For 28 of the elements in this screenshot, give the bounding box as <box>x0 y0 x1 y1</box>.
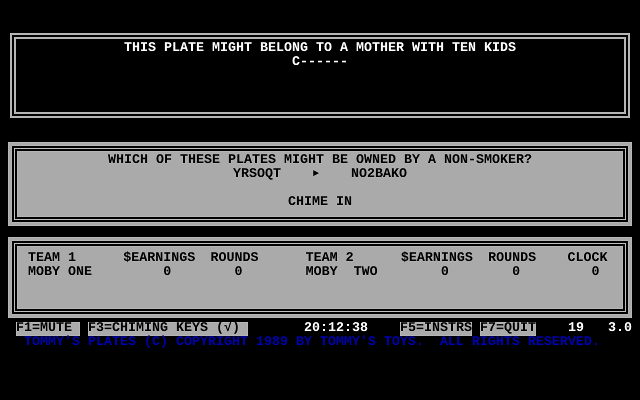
plate-option[interactable]: YRSOQT <box>232 168 281 182</box>
score-value: MOBY ONE <box>28 266 92 280</box>
copyright-text: TOMMY'S PLATES (C) COPYRIGHT 1989 BY TOMMY'S TOYS. ALL RIGHTS RESERVED. <box>23 336 601 350</box>
score-value: 0 <box>440 266 449 280</box>
column-header: $EARNINGS <box>400 252 474 266</box>
column-header: $EARNINGS <box>123 252 196 266</box>
score-value: 0 <box>162 266 172 280</box>
score-value: MOBY TWO <box>306 266 378 280</box>
column-header: TEAM 1 <box>28 252 77 266</box>
answer-text: C------ <box>291 56 349 70</box>
score-value: 0 <box>511 266 520 280</box>
column-header: TEAM 2 <box>306 252 355 266</box>
clock-time: 20:12:38 <box>304 322 368 336</box>
score-value: 0 <box>590 266 600 280</box>
key-hint[interactable]: F1=MUTE <box>16 322 80 336</box>
count-text: 19 <box>568 322 585 336</box>
column-header: ROUNDS <box>488 252 538 266</box>
column-header: CLOCK <box>567 252 608 266</box>
clue-text: THIS PLATE MIGHT BELONG TO A MOTHER WITH TEN KIDS <box>123 42 517 56</box>
key-hint[interactable]: F7=QUIT <box>480 322 536 336</box>
arrow-icon: ► <box>312 168 319 182</box>
key-hint[interactable]: F5=INSTRS <box>400 322 472 336</box>
question-text: WHICH OF THESE PLATES MIGHT BE OWNED BY A NON-SMOKER? <box>107 154 533 168</box>
plate-option[interactable]: NO2BAKO <box>351 168 407 182</box>
column-header: ROUNDS <box>210 252 260 266</box>
score-value: 0 <box>233 266 242 280</box>
version-text: 3.0 <box>608 322 632 336</box>
prompt-text: CHIME IN <box>287 196 353 210</box>
